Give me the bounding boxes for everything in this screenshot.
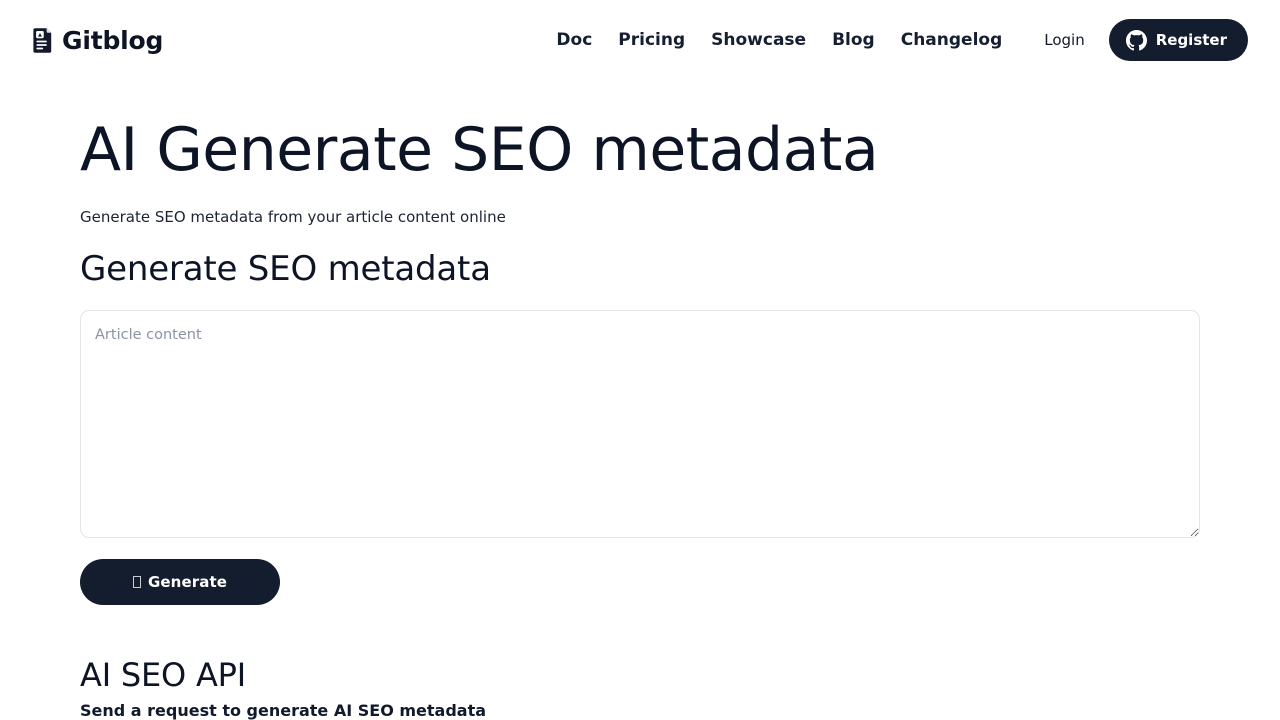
page-subtitle: Generate SEO metadata from your article … xyxy=(80,208,506,226)
generate-button-label: Generate xyxy=(147,572,227,591)
auth-area: Login Register xyxy=(1036,19,1248,61)
generate-button[interactable]: Generate xyxy=(80,558,280,605)
missing-glyph-icon xyxy=(132,575,141,588)
page-title: AI Generate SEO metadata xyxy=(80,115,879,185)
register-button-label: Register xyxy=(1155,31,1227,49)
login-link[interactable]: Login xyxy=(1036,31,1092,49)
nav-item-showcase[interactable]: Showcase xyxy=(711,31,806,49)
content-container: AI Generate SEO metadata Generate SEO me… xyxy=(80,120,1200,720)
gitblog-logo-icon xyxy=(32,27,54,54)
github-icon xyxy=(1125,29,1147,51)
article-content-textarea[interactable] xyxy=(80,309,1200,538)
main-content: AI Generate SEO metadata Generate SEO me… xyxy=(0,120,1280,720)
brand-name: Gitblog xyxy=(62,25,164,55)
form-section-heading: Generate SEO metadata xyxy=(80,248,491,289)
api-section-heading: AI SEO API xyxy=(80,655,247,694)
register-button[interactable]: Register xyxy=(1108,19,1248,61)
site-header: Gitblog Doc Pricing Showcase Blog Change… xyxy=(0,0,1280,80)
nav-item-doc[interactable]: Doc xyxy=(556,31,592,49)
nav-item-pricing[interactable]: Pricing xyxy=(618,31,685,49)
nav-item-changelog[interactable]: Changelog xyxy=(901,31,1003,49)
main-nav: Doc Pricing Showcase Blog Changelog xyxy=(556,31,1003,49)
nav-item-blog[interactable]: Blog xyxy=(832,31,875,49)
brand-logo-link[interactable]: Gitblog xyxy=(32,27,163,54)
api-section-description: Send a request to generate AI SEO metada… xyxy=(80,701,487,720)
